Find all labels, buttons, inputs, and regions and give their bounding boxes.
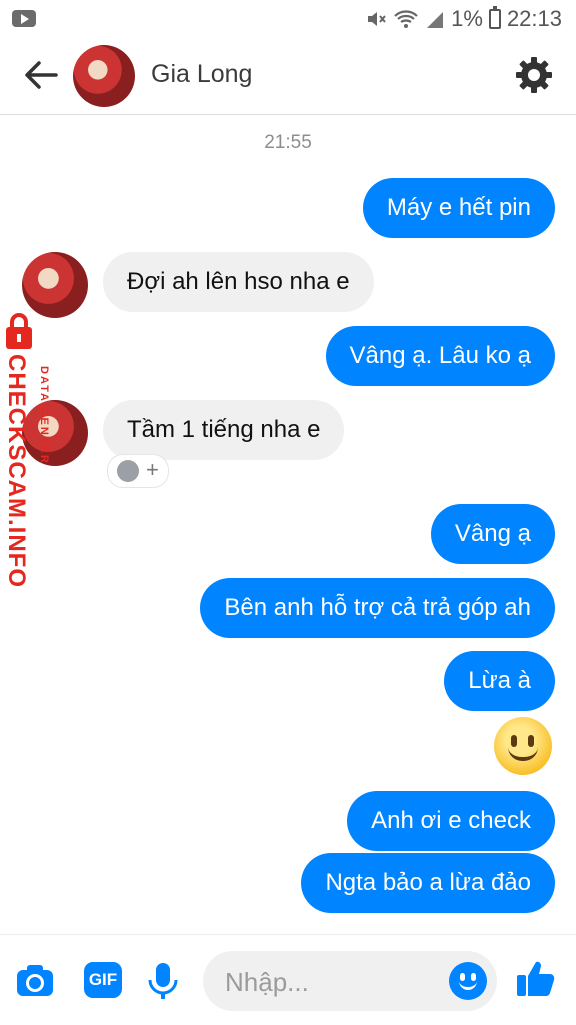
contact-name[interactable]: Gia Long <box>151 60 252 89</box>
plus-icon: + <box>146 457 159 482</box>
battery-percent: 1% <box>451 6 483 31</box>
thumbs-up-icon[interactable] <box>514 957 556 999</box>
message-bubble-outgoing[interactable]: Vâng ạ <box>430 504 555 564</box>
microphone-icon[interactable] <box>142 960 184 1002</box>
status-icons: 1% 22:13 <box>365 6 562 32</box>
message-bubble-outgoing[interactable]: Máy e hết pin <box>362 178 555 238</box>
signal-icon <box>427 12 444 28</box>
smiling-face-emoji[interactable] <box>494 717 552 775</box>
watermark: CHECKSCAM.INFO DATA CENTER <box>0 306 70 596</box>
message-bubble-incoming[interactable]: Đợi ah lên hso nha e <box>103 252 374 312</box>
message-bubble-outgoing[interactable]: Bên anh hỗ trợ cả trả góp ah <box>200 578 555 638</box>
add-reaction-button[interactable]: + <box>107 454 169 488</box>
conversation-header: Gia Long <box>0 38 576 115</box>
message-input-container <box>203 951 497 1013</box>
mute-icon <box>368 12 386 26</box>
emoji-picker-icon[interactable] <box>449 962 487 1000</box>
clock: 22:13 <box>506 6 562 31</box>
gif-button[interactable]: GIF <box>84 962 122 998</box>
youtube-notification-icon <box>12 10 36 27</box>
contact-avatar[interactable] <box>73 45 135 107</box>
smiley-icon <box>117 460 139 482</box>
back-arrow-icon[interactable] <box>22 56 60 94</box>
message-bubble-incoming[interactable]: Tầm 1 tiếng nha e <box>103 400 345 460</box>
gear-icon[interactable] <box>514 55 554 95</box>
message-bubble-outgoing[interactable]: Vâng ạ. Lâu ko ạ <box>325 326 555 386</box>
message-input[interactable] <box>223 951 447 1013</box>
lock-icon <box>6 313 32 349</box>
watermark-subtext: DATA CENTER <box>38 366 50 465</box>
message-bubble-outgoing[interactable]: Anh ơi e check <box>347 791 555 851</box>
message-bubble-outgoing[interactable]: Ngta bảo a lừa đảo <box>301 853 555 913</box>
watermark-text: CHECKSCAM.INFO <box>3 354 30 588</box>
message-timestamp: 21:55 <box>264 132 312 153</box>
wifi-icon <box>394 10 418 28</box>
camera-icon[interactable] <box>14 960 56 1002</box>
message-composer: GIF <box>0 934 576 1025</box>
battery-icon <box>488 6 501 29</box>
status-bar: 1% 22:13 <box>0 0 576 38</box>
message-bubble-outgoing[interactable]: Lừa à <box>444 651 555 711</box>
